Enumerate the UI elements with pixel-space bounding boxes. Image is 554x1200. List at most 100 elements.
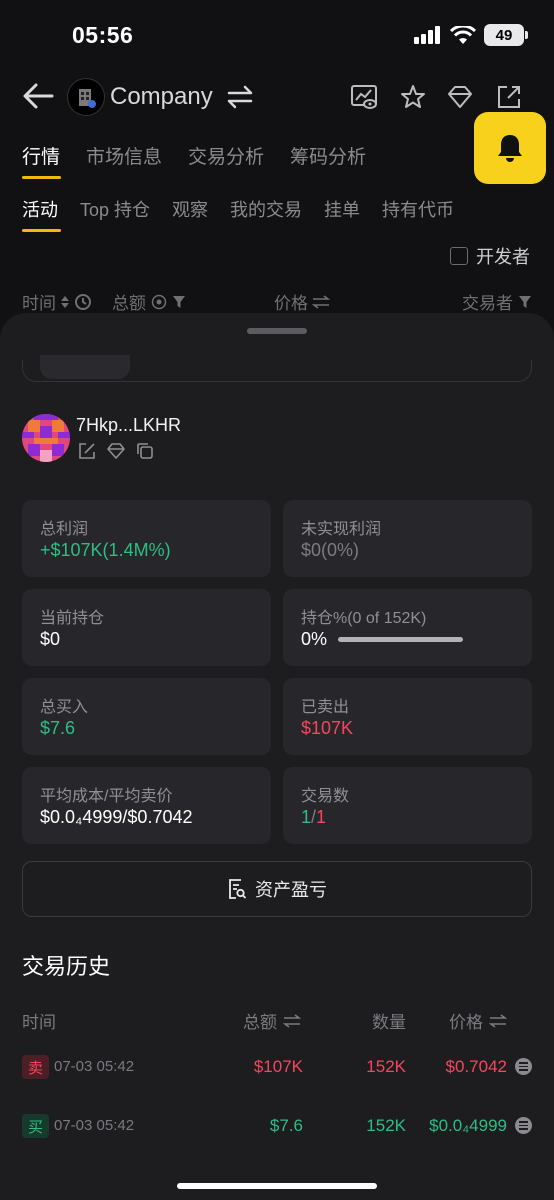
trade-amount: $7.6: [269, 1116, 303, 1135]
token-logo: [67, 78, 105, 116]
table-row[interactable]: 买 07-03 05:42 $7.6 152K $0.0₄4999: [22, 1112, 532, 1140]
holding-percent-card: 持仓%(0 of 152K) 0%: [283, 589, 532, 666]
unrealized-profit-label: 未实现利润: [301, 521, 382, 538]
avatar: [22, 414, 70, 462]
filter-icon[interactable]: [518, 295, 532, 309]
tab-trade-analysis[interactable]: 交易分析: [188, 142, 264, 169]
tab-market[interactable]: 行情: [22, 142, 60, 169]
trade-date: 07-03 05:42: [54, 1117, 135, 1134]
secondary-tabs: 活动 Top 持仓 观察 我的交易 挂单 持有代币: [22, 196, 454, 222]
tab-chip-analysis[interactable]: 筹码分析: [290, 142, 366, 169]
tab-orders[interactable]: 挂单: [324, 196, 360, 222]
battery-indicator: 49: [484, 24, 524, 46]
more-icon[interactable]: [515, 1117, 532, 1134]
tab-market-info[interactable]: 市场信息: [86, 142, 162, 169]
total-profit-card: 总利润 +$107K(1.4M%): [22, 500, 271, 577]
column-total-label: 总额: [112, 294, 146, 313]
diamond-icon[interactable]: [446, 83, 474, 111]
trade-price: $0.0₄4999: [429, 1116, 507, 1135]
back-arrow-icon[interactable]: [22, 82, 54, 110]
home-indicator[interactable]: [177, 1183, 377, 1189]
holding-progress-bar: [338, 637, 463, 642]
tab-top-holders[interactable]: Top 持仓: [80, 196, 150, 222]
bell-icon: [498, 135, 522, 162]
trade-count-value: 1/1: [301, 807, 326, 828]
history-col-total[interactable]: 总额: [243, 1008, 301, 1033]
primary-tabs: 行情 市场信息 交易分析 筹码分析: [22, 142, 366, 169]
tab-my-trades[interactable]: 我的交易: [230, 196, 302, 222]
current-holding-value: $0: [40, 629, 61, 649]
tab-underline: [22, 176, 61, 179]
share-icon[interactable]: [495, 83, 523, 111]
sheet-grabber[interactable]: [247, 328, 307, 334]
sheet-previous-pill: [40, 355, 130, 379]
signal-icon: [414, 26, 440, 44]
edit-icon[interactable]: [78, 442, 96, 460]
trade-count-card: 交易数 1/1: [283, 767, 532, 844]
swap-icon: [283, 1013, 301, 1028]
tab-activity[interactable]: 活动: [22, 196, 58, 222]
status-time: 05:56: [72, 22, 134, 48]
developer-label: 开发者: [476, 247, 530, 267]
copy-icon[interactable]: [136, 442, 154, 460]
toggle-icon: [151, 294, 167, 309]
current-holding-label: 当前持仓: [40, 610, 105, 627]
column-total[interactable]: 总额: [112, 289, 186, 314]
total-buy-label: 总买入: [40, 699, 89, 716]
pnl-button[interactable]: 资产盈亏: [22, 861, 532, 917]
unrealized-profit-value: $0(0%): [301, 540, 360, 560]
trade-quantity: 152K: [366, 1057, 406, 1076]
tab-underline: [22, 229, 61, 232]
total-buy-value: $7.6: [40, 718, 76, 738]
trade-quantity: 152K: [366, 1116, 406, 1135]
clock-icon[interactable]: [74, 293, 92, 311]
trade-date: 07-03 05:42: [54, 1058, 135, 1075]
tab-watch[interactable]: 观察: [172, 196, 208, 222]
chart-eye-icon[interactable]: [350, 83, 378, 111]
swap-icon: [489, 1013, 507, 1028]
column-trader[interactable]: 交易者: [462, 289, 532, 314]
average-price-value: $0.0₄4999/$0.7042: [40, 807, 193, 827]
token-name[interactable]: Company: [110, 83, 213, 111]
developer-checkbox[interactable]: [450, 247, 468, 265]
status-icons: 49: [414, 24, 528, 46]
swap-icon[interactable]: [226, 84, 254, 110]
total-profit-label: 总利润: [40, 521, 89, 538]
average-price-card: 平均成本/平均卖价 $0.0₄4999/$0.7042: [22, 767, 271, 844]
history-col-price[interactable]: 价格: [449, 1008, 507, 1033]
pnl-button-label: 资产盈亏: [255, 880, 327, 900]
wallet-address[interactable]: 7Hkp...LKHR: [76, 415, 181, 436]
more-icon[interactable]: [515, 1058, 532, 1075]
alert-bell-button[interactable]: [474, 112, 546, 184]
holding-percent-label: 持仓%(0 of 152K): [301, 610, 427, 627]
history-col-total-label: 总额: [243, 1013, 277, 1032]
diamond-icon[interactable]: [106, 442, 126, 460]
history-col-price-label: 价格: [449, 1013, 483, 1032]
trade-count-buys: 1: [301, 807, 312, 827]
sold-label: 已卖出: [301, 699, 350, 716]
total-profit-value: +$107K(1.4M%): [40, 540, 171, 560]
holding-percent-value: 0%: [301, 629, 328, 649]
wallet-actions: [78, 442, 154, 460]
unrealized-profit-card: 未实现利润 $0(0%): [283, 500, 532, 577]
average-price-label: 平均成本/平均卖价: [40, 788, 173, 805]
trade-count-sells: 1: [316, 807, 327, 827]
sold-value: $107K: [301, 718, 354, 738]
column-price[interactable]: 价格: [274, 289, 330, 314]
report-icon: [229, 879, 247, 899]
side-badge: 买: [22, 1114, 49, 1138]
filter-icon[interactable]: [172, 295, 186, 309]
tab-holdings[interactable]: 持有代币: [382, 196, 454, 222]
star-icon[interactable]: [399, 83, 427, 111]
developer-filter[interactable]: 开发者: [450, 243, 530, 269]
current-holding-card: 当前持仓 $0: [22, 589, 271, 666]
swap-icon: [312, 294, 330, 309]
table-row[interactable]: 卖 07-03 05:42 $107K 152K $0.7042: [22, 1053, 532, 1081]
column-price-label: 价格: [274, 294, 308, 313]
sort-icon: [61, 295, 69, 308]
trade-count-label: 交易数: [301, 788, 350, 805]
side-badge: 卖: [22, 1055, 49, 1079]
column-time-label: 时间: [22, 294, 56, 313]
wifi-icon: [450, 25, 476, 44]
column-time[interactable]: 时间: [22, 289, 92, 314]
